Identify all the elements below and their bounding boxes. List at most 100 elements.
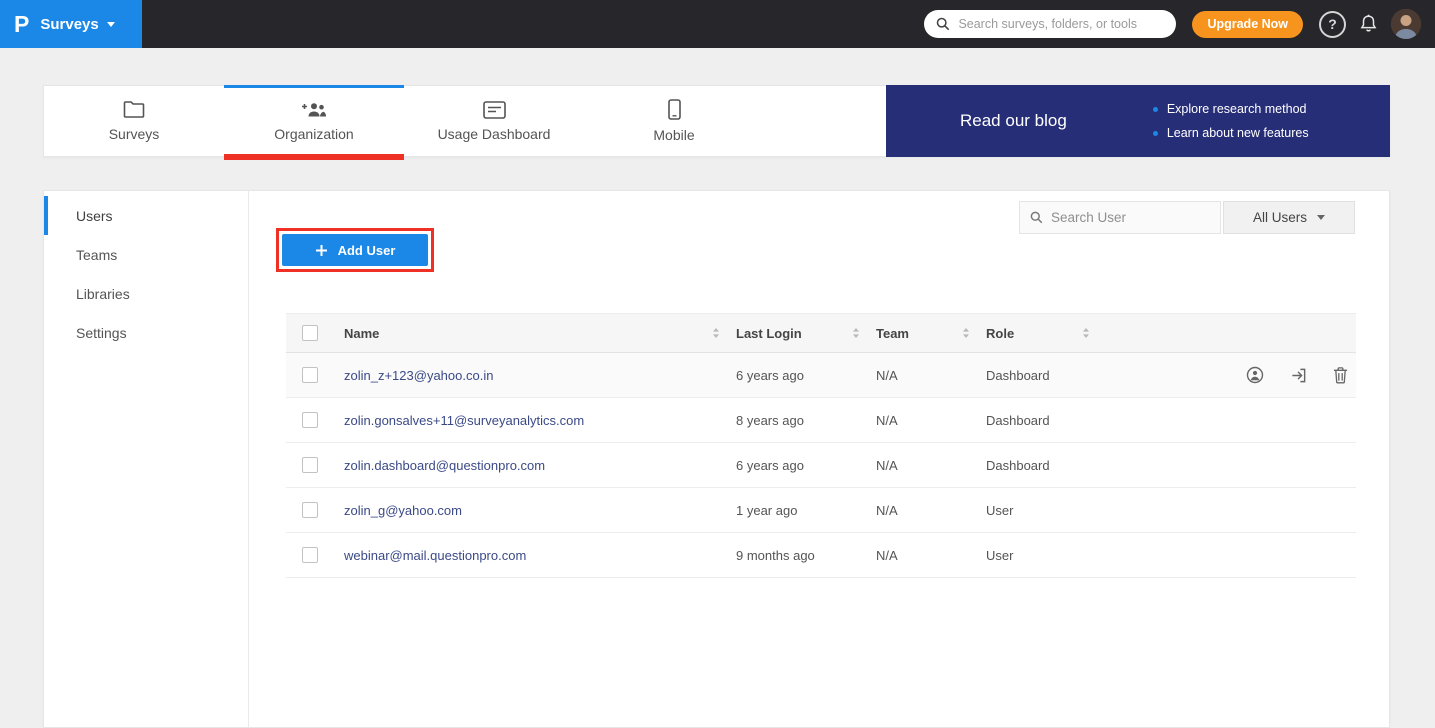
user-email-link[interactable]: zolin_g@yahoo.com xyxy=(344,503,462,518)
usage-dashboard-icon xyxy=(483,101,506,119)
tab-mobile[interactable]: Mobile xyxy=(584,86,764,156)
search-icon xyxy=(936,17,950,31)
row-checkbox[interactable] xyxy=(302,457,318,473)
add-user-label: Add User xyxy=(338,243,396,258)
global-search-input[interactable] xyxy=(958,17,1164,31)
annotation-box: Add User xyxy=(276,228,434,272)
upgrade-button[interactable]: Upgrade Now xyxy=(1192,11,1303,38)
help-button[interactable]: ? xyxy=(1319,11,1346,38)
user-email-link[interactable]: zolin.gonsalves+11@surveyanalytics.com xyxy=(344,413,584,428)
role-cell: User xyxy=(986,503,1106,518)
row-checkbox-cell xyxy=(286,457,344,473)
role-cell: Dashboard xyxy=(986,413,1106,428)
sign-in-icon xyxy=(1290,367,1307,384)
sidebar-item-label: Libraries xyxy=(76,286,130,302)
tab-label: Mobile xyxy=(653,127,694,143)
header-name: Name xyxy=(344,326,736,341)
user-avatar[interactable] xyxy=(1391,9,1421,39)
tab-usage-dashboard[interactable]: Usage Dashboard xyxy=(404,86,584,156)
role-cell: Dashboard xyxy=(986,458,1106,473)
users-table: Name Last Login Team Role xyxy=(286,313,1356,578)
add-user-button[interactable]: Add User xyxy=(282,234,428,266)
banner-bullet-text: Learn about new features xyxy=(1167,126,1309,140)
sort-last-login-button[interactable] xyxy=(852,327,860,339)
search-user-box[interactable] xyxy=(1019,201,1221,234)
org-sidebar: Users Teams Libraries Settings xyxy=(44,191,249,727)
user-email-link[interactable]: zolin.dashboard@questionpro.com xyxy=(344,458,545,473)
sidebar-item-libraries[interactable]: Libraries xyxy=(44,274,248,313)
tab-label: Organization xyxy=(274,126,353,142)
organization-panel: Users Teams Libraries Settings All Users xyxy=(43,190,1390,728)
table-row: zolin_z+123@yahoo.co.in 6 years ago N/A … xyxy=(286,353,1356,398)
row-checkbox-cell xyxy=(286,502,344,518)
all-users-dropdown[interactable]: All Users xyxy=(1223,201,1355,234)
delete-user-button[interactable] xyxy=(1333,366,1348,384)
row-checkbox[interactable] xyxy=(302,547,318,563)
column-label: Role xyxy=(986,326,1014,341)
header-checkbox-cell xyxy=(286,325,344,341)
sidebar-item-teams[interactable]: Teams xyxy=(44,235,248,274)
sidebar-item-users[interactable]: Users xyxy=(44,196,248,235)
sort-role-button[interactable] xyxy=(1082,327,1090,339)
blog-banner[interactable]: Read our blog Explore research method Le… xyxy=(886,85,1390,157)
row-actions xyxy=(1224,366,1356,384)
row-checkbox[interactable] xyxy=(302,367,318,383)
product-name: Surveys xyxy=(40,16,98,33)
sort-team-button[interactable] xyxy=(962,327,970,339)
question-icon: ? xyxy=(1328,16,1337,32)
plus-icon xyxy=(315,244,328,257)
header-team: Team xyxy=(876,326,986,341)
login-as-user-icon xyxy=(1246,366,1264,384)
sign-in-button[interactable] xyxy=(1290,367,1307,384)
user-filters: All Users xyxy=(1019,201,1355,234)
role-cell: Dashboard xyxy=(986,368,1106,383)
sidebar-item-settings[interactable]: Settings xyxy=(44,313,248,352)
header-role: Role xyxy=(986,326,1106,341)
team-cell: N/A xyxy=(876,503,986,518)
topbar: P Surveys Upgrade Now ? xyxy=(0,0,1435,48)
header-last-login: Last Login xyxy=(736,326,876,341)
name-cell: zolin.gonsalves+11@surveyanalytics.com xyxy=(344,413,736,428)
bell-icon xyxy=(1359,14,1378,34)
row-checkbox-cell xyxy=(286,412,344,428)
chevron-down-icon xyxy=(1317,215,1325,220)
table-row: zolin_g@yahoo.com 1 year ago N/A User xyxy=(286,488,1356,533)
user-email-link[interactable]: zolin_z+123@yahoo.co.in xyxy=(344,368,493,383)
global-search[interactable] xyxy=(924,10,1176,38)
table-row: zolin.gonsalves+11@surveyanalytics.com 8… xyxy=(286,398,1356,443)
name-cell: zolin.dashboard@questionpro.com xyxy=(344,458,736,473)
banner-bullet: Learn about new features xyxy=(1153,126,1309,140)
folder-icon xyxy=(123,100,145,119)
product-switcher[interactable]: Surveys xyxy=(40,16,114,33)
questionpro-logo[interactable]: P Surveys xyxy=(0,0,142,48)
team-cell: N/A xyxy=(876,413,986,428)
banner-bullet-text: Explore research method xyxy=(1167,102,1307,116)
notifications-button[interactable] xyxy=(1359,14,1378,34)
search-user-input[interactable] xyxy=(1051,210,1228,225)
select-all-checkbox[interactable] xyxy=(302,325,318,341)
bullet-dot-icon xyxy=(1153,107,1158,112)
sidebar-item-label: Settings xyxy=(76,325,127,341)
tab-surveys[interactable]: Surveys xyxy=(44,86,224,156)
row-checkbox[interactable] xyxy=(302,502,318,518)
sidebar-item-label: Users xyxy=(76,208,113,224)
logo-letter: P xyxy=(14,13,29,36)
role-cell: User xyxy=(986,548,1106,563)
tab-organization[interactable]: Organization xyxy=(224,86,404,156)
mobile-icon xyxy=(668,99,681,120)
name-cell: webinar@mail.questionpro.com xyxy=(344,548,736,563)
last-login-cell: 9 months ago xyxy=(736,548,876,563)
row-checkbox[interactable] xyxy=(302,412,318,428)
row-checkbox-cell xyxy=(286,367,344,383)
search-icon xyxy=(1030,211,1043,224)
user-email-link[interactable]: webinar@mail.questionpro.com xyxy=(344,548,526,563)
tab-label: Usage Dashboard xyxy=(438,126,551,142)
login-as-user-button[interactable] xyxy=(1246,366,1264,384)
last-login-cell: 6 years ago xyxy=(736,368,876,383)
column-label: Name xyxy=(344,326,379,341)
nav-tabs-card: Surveys Organization Usage Dashboard Mob… xyxy=(43,85,1390,157)
sort-name-button[interactable] xyxy=(712,327,720,339)
table-header: Name Last Login Team Role xyxy=(286,313,1356,353)
banner-bullets: Explore research method Learn about new … xyxy=(1153,102,1309,140)
users-content: All Users Add User Name Last Log xyxy=(249,191,1389,727)
